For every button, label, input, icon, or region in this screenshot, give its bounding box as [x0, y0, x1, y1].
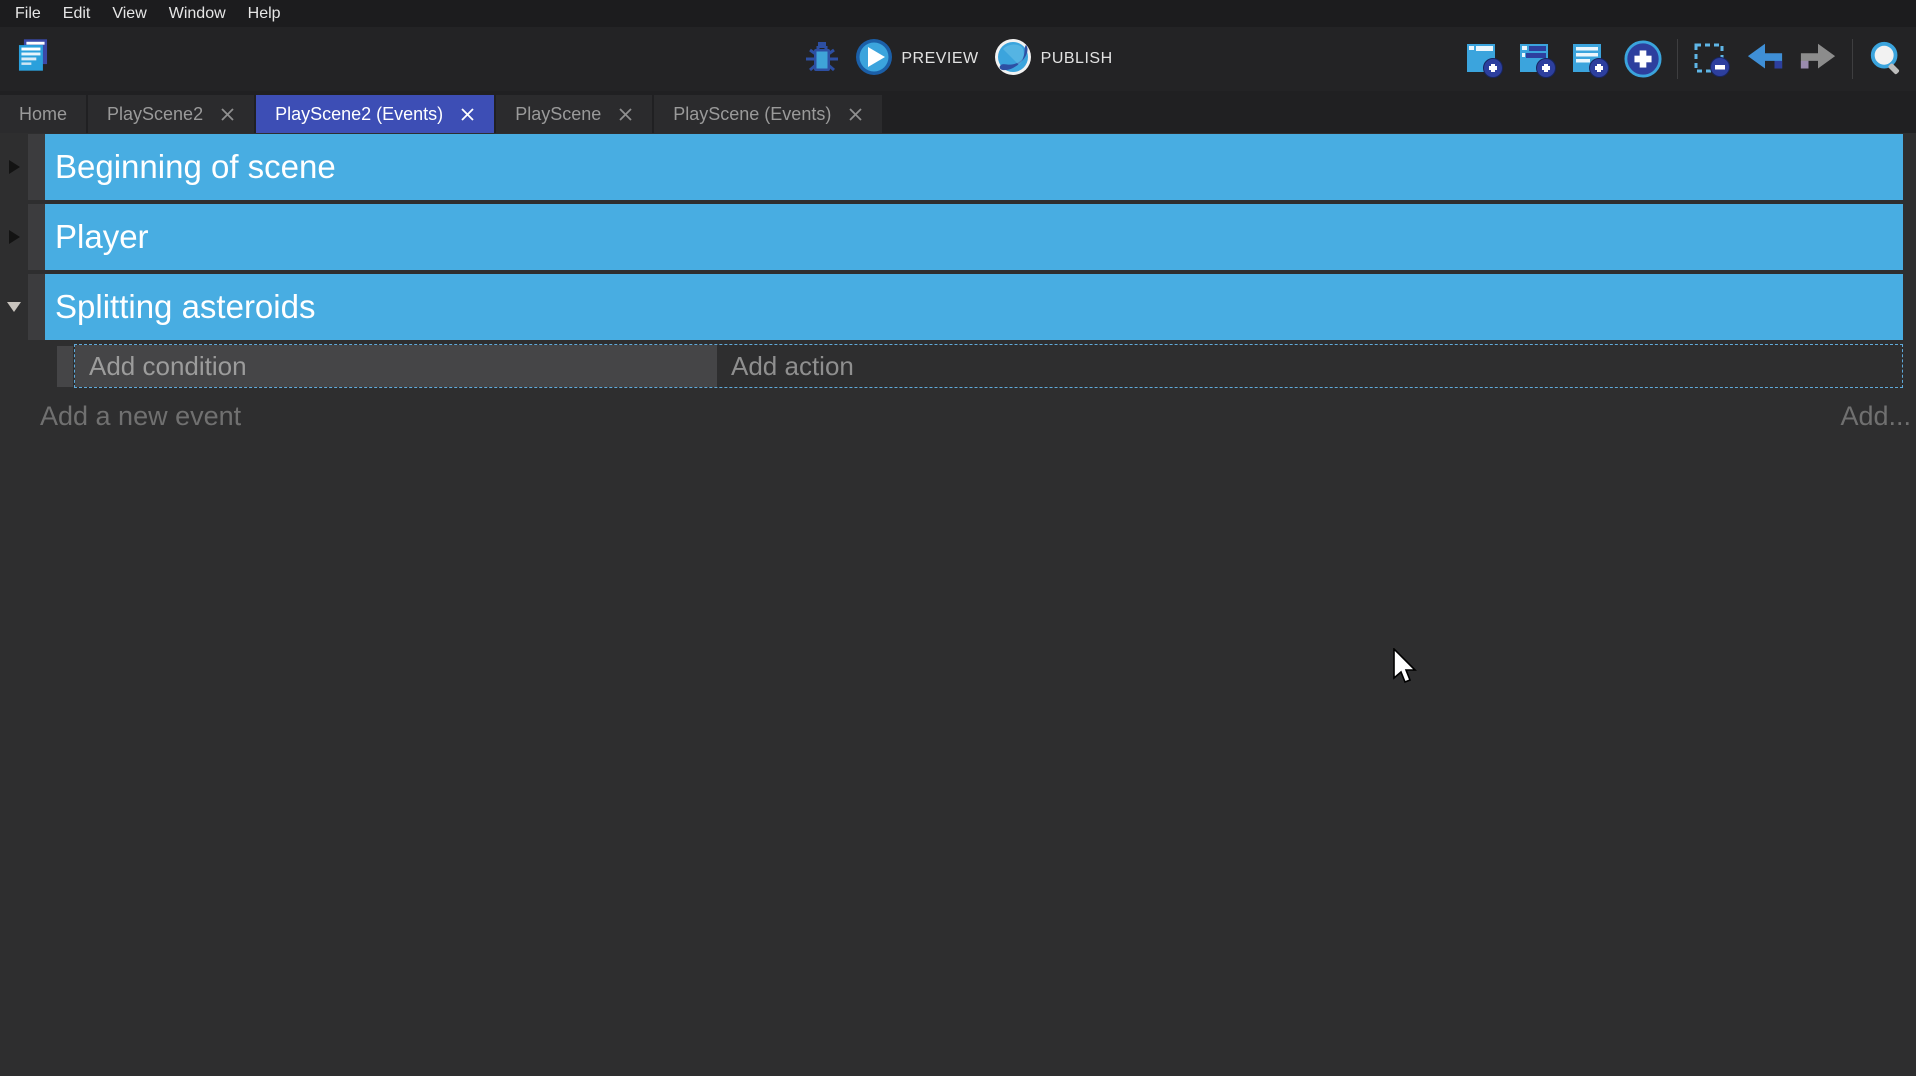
add-action-button[interactable]: Add action: [717, 345, 1902, 387]
event-group-row: Splitting asteroids: [0, 274, 1903, 340]
toolbar-separator: [1852, 39, 1853, 79]
preview-button[interactable]: PREVIEW: [855, 38, 978, 81]
event-group-bar[interactable]: Player: [45, 204, 1903, 270]
events-sheet: Beginning of scene Player Splitting aste…: [0, 133, 1916, 432]
event-group-title: Player: [55, 218, 149, 256]
event-group-title: Splitting asteroids: [55, 288, 315, 326]
menu-file[interactable]: File: [4, 0, 52, 27]
preview-label: PREVIEW: [901, 50, 978, 68]
menu-bar: File Edit View Window Help: [0, 0, 1916, 27]
tab-playscene[interactable]: PlayScene: [496, 95, 652, 133]
event-group-row: Beginning of scene: [0, 134, 1903, 200]
tab-playscene-events[interactable]: PlayScene (Events): [654, 95, 882, 133]
redo-icon[interactable]: [1799, 40, 1837, 78]
add-comment-icon[interactable]: [1571, 40, 1609, 78]
tab-label: PlayScene2 (Events): [275, 104, 443, 125]
expanded-arrow-icon: [7, 302, 21, 312]
event-group-bar[interactable]: Splitting asteroids: [45, 274, 1903, 340]
menu-edit[interactable]: Edit: [52, 0, 102, 27]
close-tab-icon[interactable]: [848, 107, 863, 122]
event-drag-handle[interactable]: [28, 204, 45, 270]
add-condition-button[interactable]: Add condition: [75, 345, 717, 387]
collapsed-arrow-icon: [9, 160, 20, 174]
event-drag-handle[interactable]: [28, 134, 45, 200]
add-sub-event-icon[interactable]: [1518, 40, 1556, 78]
editor-tab-bar: Home PlayScene2 PlayScene2 (Events) Play…: [0, 91, 1916, 133]
publish-label: PUBLISH: [1041, 50, 1113, 68]
event-selection-box: Add condition Add action: [74, 344, 1903, 388]
close-tab-icon[interactable]: [618, 107, 633, 122]
tab-label: PlayScene: [515, 104, 601, 125]
tab-home[interactable]: Home: [0, 95, 86, 133]
undo-icon[interactable]: [1746, 40, 1784, 78]
event-drag-handle[interactable]: [57, 346, 73, 387]
tab-label: Home: [19, 104, 67, 125]
fold-toggle[interactable]: [0, 134, 28, 200]
debugger-icon[interactable]: [803, 40, 841, 78]
mouse-cursor: [1392, 648, 1418, 691]
menu-window[interactable]: Window: [158, 0, 237, 27]
event-group-row: Player: [0, 204, 1903, 270]
tab-playscene2-events[interactable]: PlayScene2 (Events): [256, 95, 494, 133]
tab-playscene2[interactable]: PlayScene2: [88, 95, 254, 133]
close-tab-icon[interactable]: [220, 107, 235, 122]
selected-empty-event: Add condition Add action: [57, 344, 1903, 388]
add-action-label: Add action: [731, 351, 854, 382]
fold-toggle[interactable]: [0, 274, 28, 340]
close-tab-icon[interactable]: [460, 107, 475, 122]
event-group-title: Beginning of scene: [55, 148, 336, 186]
toolbar-separator: [1677, 39, 1678, 79]
delete-selection-icon[interactable]: [1693, 40, 1731, 78]
collapsed-arrow-icon: [9, 230, 20, 244]
add-condition-label: Add condition: [89, 351, 247, 382]
add-event-row: Add a new event Add...: [40, 401, 1911, 432]
search-icon[interactable]: [1868, 40, 1906, 78]
main-toolbar: PREVIEW PUBLISH: [0, 27, 1916, 91]
publish-button[interactable]: PUBLISH: [993, 37, 1113, 82]
publish-globe-icon: [993, 37, 1033, 82]
add-new-event-button[interactable]: Add a new event: [40, 401, 241, 432]
event-group-bar[interactable]: Beginning of scene: [45, 134, 1903, 200]
menu-help[interactable]: Help: [237, 0, 292, 27]
preview-play-icon: [855, 38, 893, 81]
tab-label: PlayScene2: [107, 104, 203, 125]
add-event-icon[interactable]: [1465, 40, 1503, 78]
choose-and-add-event-icon[interactable]: [1624, 40, 1662, 78]
event-drag-handle[interactable]: [28, 274, 45, 340]
fold-toggle[interactable]: [0, 204, 28, 270]
menu-view[interactable]: View: [101, 0, 157, 27]
tab-label: PlayScene (Events): [673, 104, 831, 125]
add-more-button[interactable]: Add...: [1840, 401, 1911, 432]
